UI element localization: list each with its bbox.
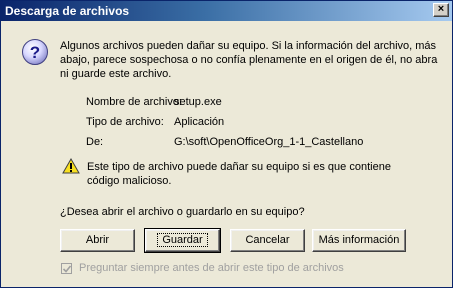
close-button[interactable]: × xyxy=(433,3,449,17)
warning-icon xyxy=(62,158,80,174)
question-icon: ? xyxy=(22,39,48,65)
intro-text: Algunos archivos pueden dañar su equipo.… xyxy=(60,39,440,81)
warning-line: Este tipo de archivo puede dañar su equi… xyxy=(87,161,391,173)
save-button[interactable]: Guardar xyxy=(144,228,221,253)
file-name-label: Nombre de archivo: xyxy=(86,96,182,108)
file-type-label: Tipo de archivo: xyxy=(86,116,164,128)
intro-line: ni guarde este archivo. xyxy=(60,68,172,80)
svg-text:?: ? xyxy=(30,43,40,62)
question-text: ¿Desea abrir el archivo o guardarlo en s… xyxy=(60,206,305,218)
close-icon: × xyxy=(437,3,445,15)
file-name-value: setup.exe xyxy=(174,96,222,108)
intro-line: Algunos archivos pueden dañar su equipo.… xyxy=(60,40,437,52)
title-bar[interactable]: Descarga de archivos × xyxy=(1,1,452,21)
cancel-button[interactable]: Cancelar xyxy=(230,229,305,252)
open-button[interactable]: Abrir xyxy=(60,229,135,252)
always-ask-label: Preguntar siempre antes de abrir este ti… xyxy=(79,262,344,274)
file-source-label: De: xyxy=(86,136,104,148)
intro-line: abajo, parece sospechosa o no confía ple… xyxy=(60,54,438,66)
file-type-value: Aplicación xyxy=(174,116,225,128)
check-icon xyxy=(63,265,71,273)
more-info-button[interactable]: Más información xyxy=(312,229,406,252)
file-source-value: G:\soft\OpenOfficeOrg_1-1_Castellano xyxy=(174,136,364,148)
warning-line: código malicioso. xyxy=(87,175,172,187)
save-button-label: Guardar xyxy=(157,233,208,247)
window-title: Descarga de archivos xyxy=(5,4,130,18)
file-download-dialog: Descarga de archivos × ? Algunos archivo… xyxy=(0,0,453,288)
always-ask-checkbox[interactable] xyxy=(61,263,72,274)
warning-text: Este tipo de archivo puede dañar su equi… xyxy=(87,160,417,188)
